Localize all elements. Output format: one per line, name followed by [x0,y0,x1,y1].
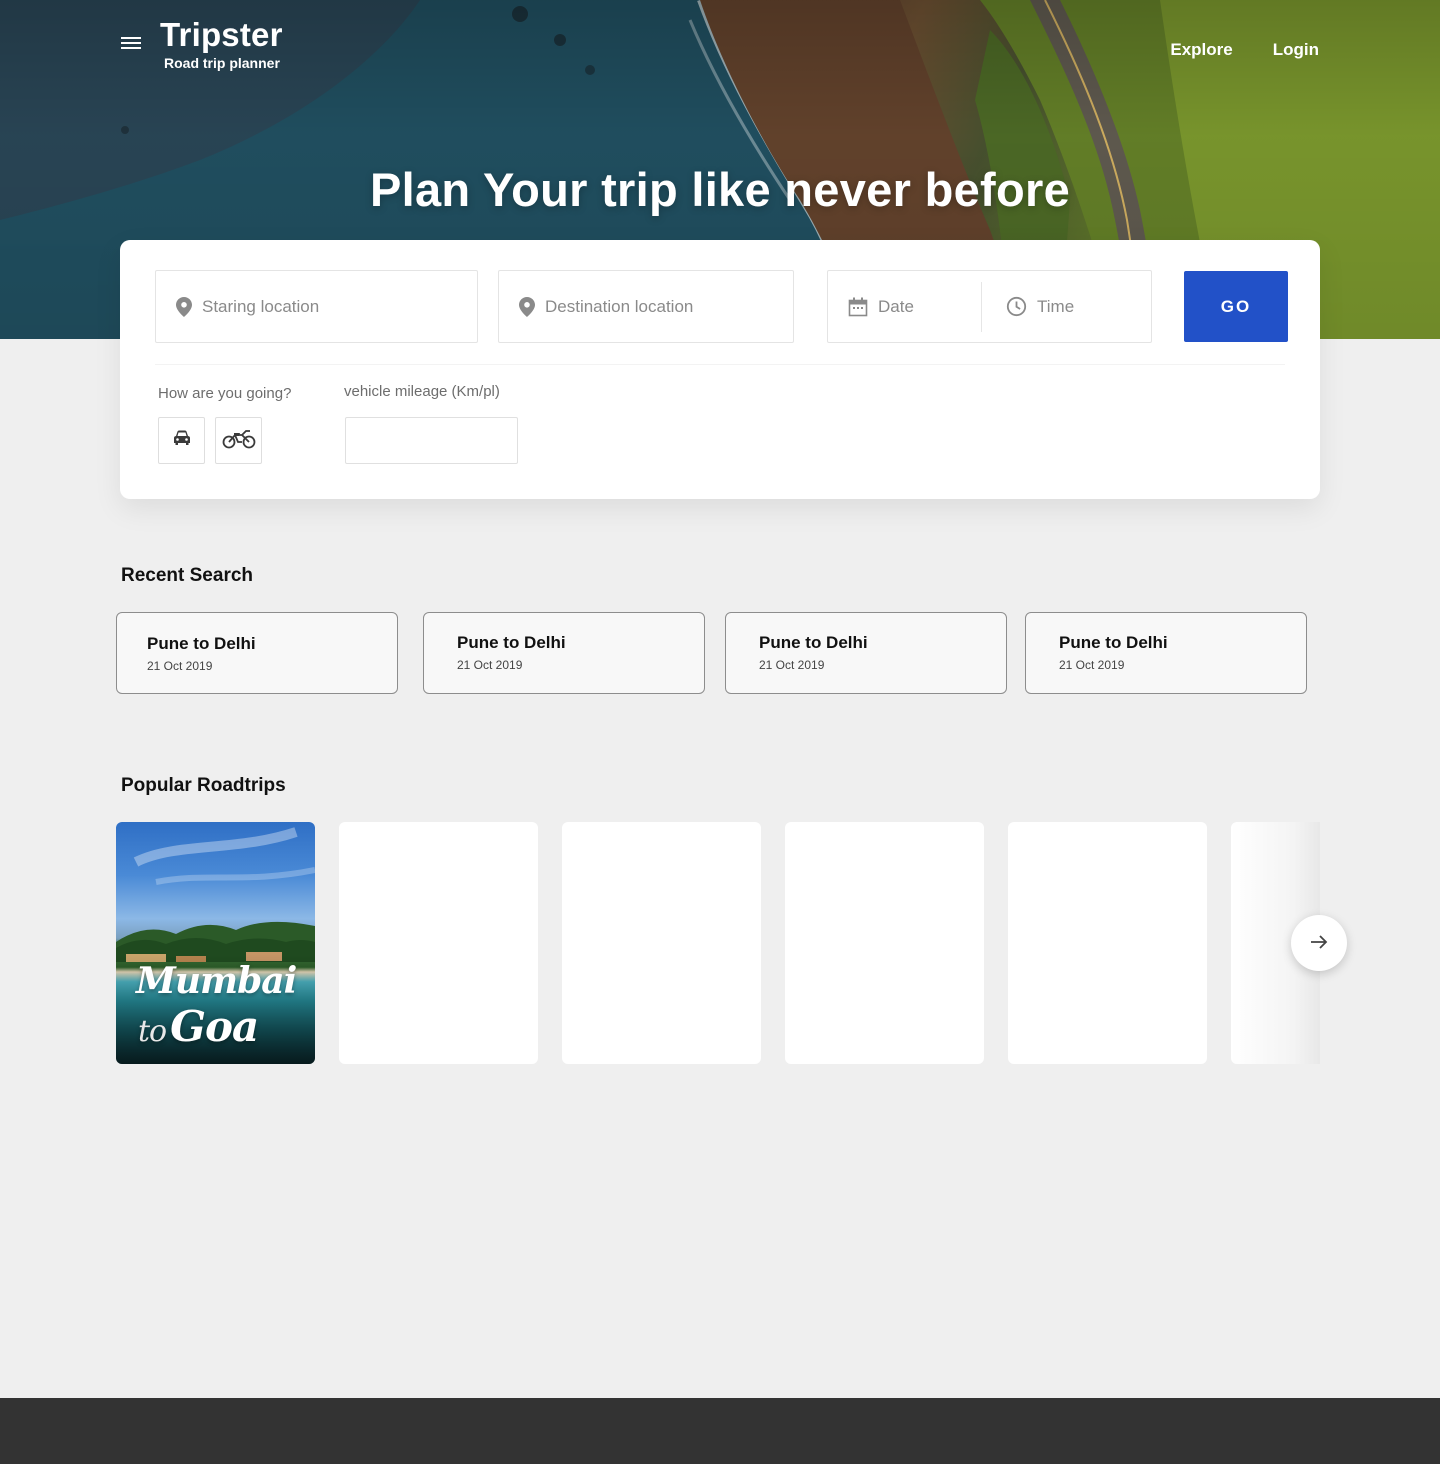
mileage-input[interactable] [345,417,518,464]
trip-search-card: Staring location Destination location Da… [120,240,1320,499]
roadtrip-card-placeholder[interactable] [339,822,538,1064]
roadtrip-card-placeholder[interactable] [785,822,984,1064]
location-pin-icon [176,296,192,317]
mode-bike-button[interactable] [215,417,262,464]
recent-route: Pune to Delhi [759,633,868,652]
trip-title-destination: toGoa [138,1002,259,1051]
trip-title-origin: Mumbai [136,960,297,1002]
date-time-divider [981,282,982,332]
date-placeholder: Date [878,296,914,316]
travel-mode-label: How are you going? [158,385,292,402]
nav-link-explore[interactable]: Explore [1170,40,1232,60]
clock-icon [1006,296,1027,317]
mode-car-button[interactable] [158,417,205,464]
go-button[interactable]: GO [1184,271,1288,342]
time-picker[interactable]: Time [986,271,1074,342]
footer [0,1398,1440,1464]
recent-route: Pune to Delhi [457,633,566,652]
recent-route: Pune to Delhi [147,634,256,653]
brand-logo[interactable]: Tripster Road trip planner [160,16,283,72]
time-placeholder: Time [1037,296,1075,316]
roadtrip-card-placeholder[interactable] [1008,822,1207,1064]
trip-title-connector: to [138,1014,167,1049]
calendar-icon [848,297,868,317]
hamburger-menu-icon[interactable] [121,34,143,52]
brand-subtitle: Road trip planner [164,55,280,71]
brand-title: Tripster [160,16,283,53]
starting-location-placeholder: Staring location [202,296,320,316]
card-divider [155,364,1285,365]
destination-location-field[interactable]: Destination location [498,270,794,343]
recent-search-card[interactable]: Pune to Delhi 21 Oct 2019 [725,612,1007,694]
destination-location-placeholder: Destination location [545,296,694,316]
recent-date: 21 Oct 2019 [1059,658,1125,672]
recent-search-card[interactable]: Pune to Delhi 21 Oct 2019 [116,612,398,694]
nav-link-login[interactable]: Login [1273,40,1319,60]
trip-title-destination-text: Goa [170,1002,259,1051]
date-picker[interactable]: Date [828,271,914,342]
recent-date: 21 Oct 2019 [759,658,825,672]
recent-date: 21 Oct 2019 [147,659,213,673]
mileage-label: vehicle mileage (Km/pl) [344,383,500,400]
popular-roadtrips-title: Popular Roadtrips [121,775,286,796]
recent-search-card[interactable]: Pune to Delhi 21 Oct 2019 [1025,612,1307,694]
starting-location-field[interactable]: Staring location [155,270,478,343]
roadtrip-card-mumbai-goa[interactable]: Mumbai toGoa [116,822,315,1064]
hero-headline: Plan Your trip like never before [369,163,1071,216]
location-pin-icon [519,296,535,317]
motorbike-icon [222,427,256,454]
recent-date: 21 Oct 2019 [457,658,523,672]
date-time-field: Date Time [827,270,1152,343]
roadtrip-card-placeholder[interactable] [562,822,761,1064]
car-icon [173,430,191,451]
recent-route: Pune to Delhi [1059,633,1168,652]
recent-search-card[interactable]: Pune to Delhi 21 Oct 2019 [423,612,705,694]
carousel-next-button[interactable] [1291,915,1347,971]
arrow-right-icon [1309,932,1329,955]
recent-search-title: Recent Search [121,565,254,586]
top-nav: Explore Login [1170,40,1319,60]
